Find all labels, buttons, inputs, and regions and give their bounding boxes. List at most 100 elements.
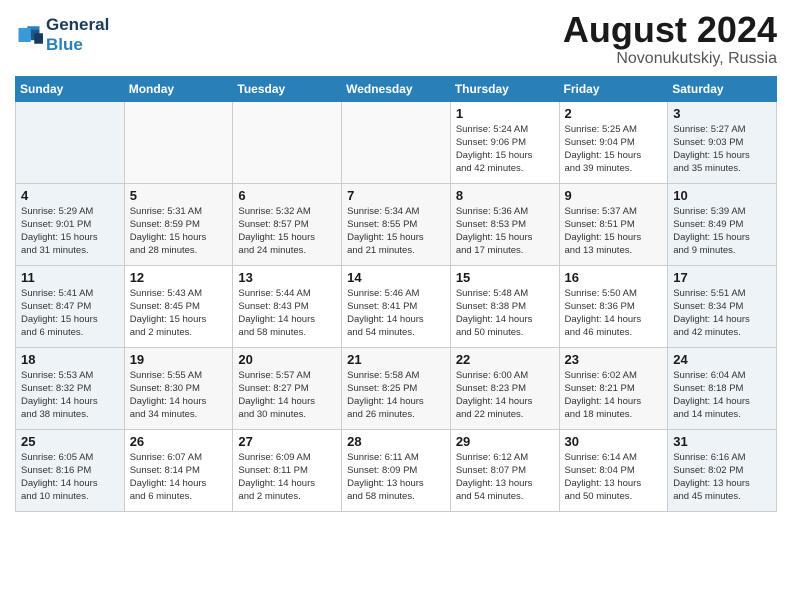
day-info: Sunrise: 5:41 AM Sunset: 8:47 PM Dayligh… <box>21 287 119 340</box>
calendar-cell: 22Sunrise: 6:00 AM Sunset: 8:23 PM Dayli… <box>450 347 559 429</box>
calendar-cell: 15 Sunrise: 5:48 AM Sunset: 8:38 PM Dayli… <box>450 265 559 347</box>
day-header-friday: Friday <box>559 76 668 101</box>
day-info: Sunrise: 5:51 AM Sunset: 8:34 PM Dayligh… <box>673 287 771 340</box>
calendar-header-row: SundayMondayTuesdayWednesdayThursdayFrid… <box>16 76 777 101</box>
day-number: 16 <box>565 270 663 285</box>
calendar-cell: 21 Sunrise: 5:58 AM Sunset: 8:25 PM Dayli… <box>342 347 451 429</box>
day-info: Sunrise: 5:25 AM Sunset: 9:04 PM Dayligh… <box>565 123 663 176</box>
page-header: General Blue August 2024 Novonukutskiy, … <box>15 10 777 68</box>
calendar-cell: 24 Sunrise: 6:04 AM Sunset: 8:18 PM Dayli… <box>668 347 777 429</box>
day-number: 14 <box>347 270 445 285</box>
day-info: Sunrise: 5:34 AM Sunset: 8:55 PM Dayligh… <box>347 205 445 258</box>
day-number: 23 <box>565 352 663 367</box>
day-number: 21 <box>347 352 445 367</box>
calendar-cell: 25 Sunrise: 6:05 AM Sunset: 8:16 PM Dayli… <box>16 429 125 511</box>
title-block: August 2024 Novonukutskiy, Russia <box>563 10 777 68</box>
day-info: Sunrise: 6:11 AM Sunset: 8:09 PM Dayligh… <box>347 451 445 504</box>
day-info: Sunrise: 5:32 AM Sunset: 8:57 PM Dayligh… <box>238 205 336 258</box>
calendar-cell: 18 Sunrise: 5:53 AM Sunset: 8:32 PM Dayli… <box>16 347 125 429</box>
day-number: 18 <box>21 352 119 367</box>
day-info: Sunrise: 5:24 AM Sunset: 9:06 PM Dayligh… <box>456 123 554 176</box>
day-info: Sunrise: 5:39 AM Sunset: 8:49 PM Dayligh… <box>673 205 771 258</box>
calendar-cell: 8Sunrise: 5:36 AM Sunset: 8:53 PM Daylig… <box>450 183 559 265</box>
day-info: Sunrise: 5:29 AM Sunset: 9:01 PM Dayligh… <box>21 205 119 258</box>
calendar-cell: 11 Sunrise: 5:41 AM Sunset: 8:47 PM Dayli… <box>16 265 125 347</box>
calendar-cell: 9 Sunrise: 5:37 AM Sunset: 8:51 PM Daylig… <box>559 183 668 265</box>
day-info: Sunrise: 5:27 AM Sunset: 9:03 PM Dayligh… <box>673 123 771 176</box>
calendar-cell <box>16 101 125 183</box>
day-header-saturday: Saturday <box>668 76 777 101</box>
day-info: Sunrise: 5:55 AM Sunset: 8:30 PM Dayligh… <box>130 369 228 422</box>
logo-text: General Blue <box>46 15 109 54</box>
calendar-cell: 4 Sunrise: 5:29 AM Sunset: 9:01 PM Daylig… <box>16 183 125 265</box>
day-number: 4 <box>21 188 119 203</box>
page-container: General Blue August 2024 Novonukutskiy, … <box>0 0 792 522</box>
day-number: 17 <box>673 270 771 285</box>
day-number: 24 <box>673 352 771 367</box>
day-info: Sunrise: 6:04 AM Sunset: 8:18 PM Dayligh… <box>673 369 771 422</box>
calendar-cell: 31Sunrise: 6:16 AM Sunset: 8:02 PM Dayli… <box>668 429 777 511</box>
calendar-cell: 28 Sunrise: 6:11 AM Sunset: 8:09 PM Dayli… <box>342 429 451 511</box>
calendar-cell: 17 Sunrise: 5:51 AM Sunset: 8:34 PM Dayli… <box>668 265 777 347</box>
calendar-week-row: 11 Sunrise: 5:41 AM Sunset: 8:47 PM Dayli… <box>16 265 777 347</box>
calendar-week-row: 4 Sunrise: 5:29 AM Sunset: 9:01 PM Daylig… <box>16 183 777 265</box>
day-number: 1 <box>456 106 554 121</box>
calendar-cell: 27Sunrise: 6:09 AM Sunset: 8:11 PM Dayli… <box>233 429 342 511</box>
day-info: Sunrise: 5:58 AM Sunset: 8:25 PM Dayligh… <box>347 369 445 422</box>
day-number: 29 <box>456 434 554 449</box>
calendar-cell: 29Sunrise: 6:12 AM Sunset: 8:07 PM Dayli… <box>450 429 559 511</box>
day-header-sunday: Sunday <box>16 76 125 101</box>
calendar-cell: 20Sunrise: 5:57 AM Sunset: 8:27 PM Dayli… <box>233 347 342 429</box>
calendar-cell: 10 Sunrise: 5:39 AM Sunset: 8:49 PM Dayli… <box>668 183 777 265</box>
day-info: Sunrise: 5:50 AM Sunset: 8:36 PM Dayligh… <box>565 287 663 340</box>
day-info: Sunrise: 5:53 AM Sunset: 8:32 PM Dayligh… <box>21 369 119 422</box>
calendar-cell: 7 Sunrise: 5:34 AM Sunset: 8:55 PM Daylig… <box>342 183 451 265</box>
day-info: Sunrise: 6:00 AM Sunset: 8:23 PM Dayligh… <box>456 369 554 422</box>
day-header-tuesday: Tuesday <box>233 76 342 101</box>
day-number: 28 <box>347 434 445 449</box>
day-header-monday: Monday <box>124 76 233 101</box>
day-number: 19 <box>130 352 228 367</box>
calendar-cell <box>342 101 451 183</box>
day-number: 3 <box>673 106 771 121</box>
day-number: 31 <box>673 434 771 449</box>
day-info: Sunrise: 5:37 AM Sunset: 8:51 PM Dayligh… <box>565 205 663 258</box>
calendar-cell: 14Sunrise: 5:46 AM Sunset: 8:41 PM Dayli… <box>342 265 451 347</box>
day-number: 11 <box>21 270 119 285</box>
day-number: 15 <box>456 270 554 285</box>
day-number: 9 <box>565 188 663 203</box>
day-number: 10 <box>673 188 771 203</box>
day-number: 20 <box>238 352 336 367</box>
day-info: Sunrise: 5:48 AM Sunset: 8:38 PM Dayligh… <box>456 287 554 340</box>
day-number: 7 <box>347 188 445 203</box>
calendar-week-row: 25 Sunrise: 6:05 AM Sunset: 8:16 PM Dayli… <box>16 429 777 511</box>
calendar-cell: 23 Sunrise: 6:02 AM Sunset: 8:21 PM Dayli… <box>559 347 668 429</box>
logo-icon <box>15 21 43 49</box>
day-info: Sunrise: 5:31 AM Sunset: 8:59 PM Dayligh… <box>130 205 228 258</box>
day-header-wednesday: Wednesday <box>342 76 451 101</box>
day-info: Sunrise: 6:14 AM Sunset: 8:04 PM Dayligh… <box>565 451 663 504</box>
calendar-cell: 3 Sunrise: 5:27 AM Sunset: 9:03 PM Daylig… <box>668 101 777 183</box>
month-year-title: August 2024 <box>563 10 777 50</box>
day-header-thursday: Thursday <box>450 76 559 101</box>
calendar-cell: 1 Sunrise: 5:24 AM Sunset: 9:06 PM Daylig… <box>450 101 559 183</box>
calendar-cell: 19 Sunrise: 5:55 AM Sunset: 8:30 PM Dayli… <box>124 347 233 429</box>
day-number: 25 <box>21 434 119 449</box>
day-number: 6 <box>238 188 336 203</box>
day-number: 12 <box>130 270 228 285</box>
day-info: Sunrise: 6:02 AM Sunset: 8:21 PM Dayligh… <box>565 369 663 422</box>
day-number: 5 <box>130 188 228 203</box>
calendar-cell: 30 Sunrise: 6:14 AM Sunset: 8:04 PM Dayli… <box>559 429 668 511</box>
calendar-week-row: 1 Sunrise: 5:24 AM Sunset: 9:06 PM Daylig… <box>16 101 777 183</box>
day-info: Sunrise: 5:36 AM Sunset: 8:53 PM Dayligh… <box>456 205 554 258</box>
location-subtitle: Novonukutskiy, Russia <box>563 50 777 68</box>
calendar-cell <box>124 101 233 183</box>
calendar-cell: 12 Sunrise: 5:43 AM Sunset: 8:45 PM Dayli… <box>124 265 233 347</box>
day-info: Sunrise: 6:05 AM Sunset: 8:16 PM Dayligh… <box>21 451 119 504</box>
day-info: Sunrise: 5:43 AM Sunset: 8:45 PM Dayligh… <box>130 287 228 340</box>
day-number: 26 <box>130 434 228 449</box>
day-number: 13 <box>238 270 336 285</box>
calendar-cell: 13Sunrise: 5:44 AM Sunset: 8:43 PM Dayli… <box>233 265 342 347</box>
day-info: Sunrise: 6:07 AM Sunset: 8:14 PM Dayligh… <box>130 451 228 504</box>
day-number: 30 <box>565 434 663 449</box>
